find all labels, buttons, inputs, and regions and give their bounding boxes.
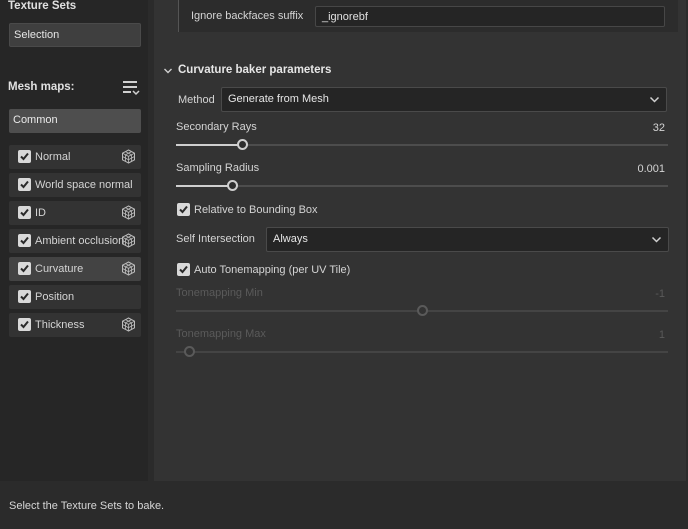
mesh-map-item-id[interactable]: ID [9,201,141,225]
secondary-rays-slider-thumb[interactable] [237,139,248,150]
cube-icon[interactable] [121,149,136,167]
thickness-checkbox[interactable] [18,318,31,331]
texture-sets-title: Texture Sets [8,0,77,12]
tonemapping-max-value: 1 [658,329,665,341]
tonemapping-min-value: -1 [655,288,665,300]
mesh-map-label: Position [35,291,75,303]
secondary-rays-value[interactable]: 32 [605,122,665,134]
mesh-map-label: Curvature [35,263,84,275]
mesh-map-label: ID [35,207,46,219]
tonemapping-min-slider-thumb [417,305,428,316]
left-panel: Texture Sets Selection Mesh maps: Common… [0,0,148,481]
normal-checkbox[interactable] [18,150,31,163]
mesh-map-label: Normal [35,151,71,163]
cube-icon[interactable] [121,205,136,223]
tonemapping-max-track [176,351,668,353]
self-intersection-select[interactable]: Always [266,227,669,252]
cube-icon[interactable] [121,233,136,251]
secondary-rays-track[interactable] [176,144,668,146]
mesh-map-item-curvature[interactable]: Curvature [9,257,141,281]
ambient-occlusion-checkbox[interactable] [18,234,31,247]
tonemapping-max-label: Tonemapping Max [176,328,266,340]
cube-icon[interactable] [121,317,136,335]
ignore-backfaces-suffix-field[interactable]: _ignorebf [315,6,665,27]
position-checkbox[interactable] [18,290,31,303]
self-intersection-value: Always [273,233,308,245]
method-select[interactable]: Generate from Mesh [221,87,667,112]
mesh-map-item-normal[interactable]: Normal [9,145,141,169]
mesh-map-item-thickness[interactable]: Thickness [9,313,141,337]
mesh-map-label: Thickness [35,319,85,331]
mesh-map-item-position[interactable]: Position [9,285,141,309]
ignore-backfaces-label: Ignore backfaces suffix [191,10,304,22]
relative-bbox-label: Relative to Bounding Box [194,204,318,216]
sampling-radius-fill [176,185,232,187]
curvature-checkbox[interactable] [18,262,31,275]
secondary-rays-fill [176,144,242,146]
common-tab[interactable]: Common [9,109,141,133]
auto-tonemapping-label: Auto Tonemapping (per UV Tile) [194,264,351,276]
sampling-radius-label: Sampling Radius [176,162,260,174]
menu-options-icon[interactable] [122,79,140,97]
method-label: Method [178,94,215,106]
world-space-normal-checkbox[interactable] [18,178,31,191]
mesh-map-item-ambient-occlusion[interactable]: Ambient occlusion [9,229,141,253]
status-message: Select the Texture Sets to bake. [9,500,165,512]
mesh-map-label: Ambient occlusion [35,235,125,247]
chevron-down-icon [651,234,662,248]
mesh-map-label: World space normal [35,179,133,191]
self-intersection-label: Self Intersection [176,233,255,245]
sampling-radius-value[interactable]: 0.001 [605,163,665,175]
cube-icon[interactable] [121,261,136,279]
mesh-maps-title: Mesh maps: [8,81,75,93]
curvature-section-title[interactable]: Curvature baker parameters [178,64,331,76]
tonemapping-max-slider-thumb [184,346,195,357]
sampling-radius-slider-thumb[interactable] [227,180,238,191]
tonemapping-min-label: Tonemapping Min [176,287,263,299]
secondary-rays-label: Secondary Rays [176,121,257,133]
method-value: Generate from Mesh [228,93,329,105]
auto-tonemapping-checkbox[interactable] [177,263,190,276]
sampling-radius-track[interactable] [176,185,668,187]
id-checkbox[interactable] [18,206,31,219]
mesh-map-item-world-space-normal[interactable]: World space normal [9,173,141,197]
texture-set-selection[interactable]: Selection [9,23,141,47]
relative-bbox-checkbox[interactable] [177,203,190,216]
chevron-down-icon[interactable] [163,66,173,79]
chevron-down-icon [649,94,660,108]
